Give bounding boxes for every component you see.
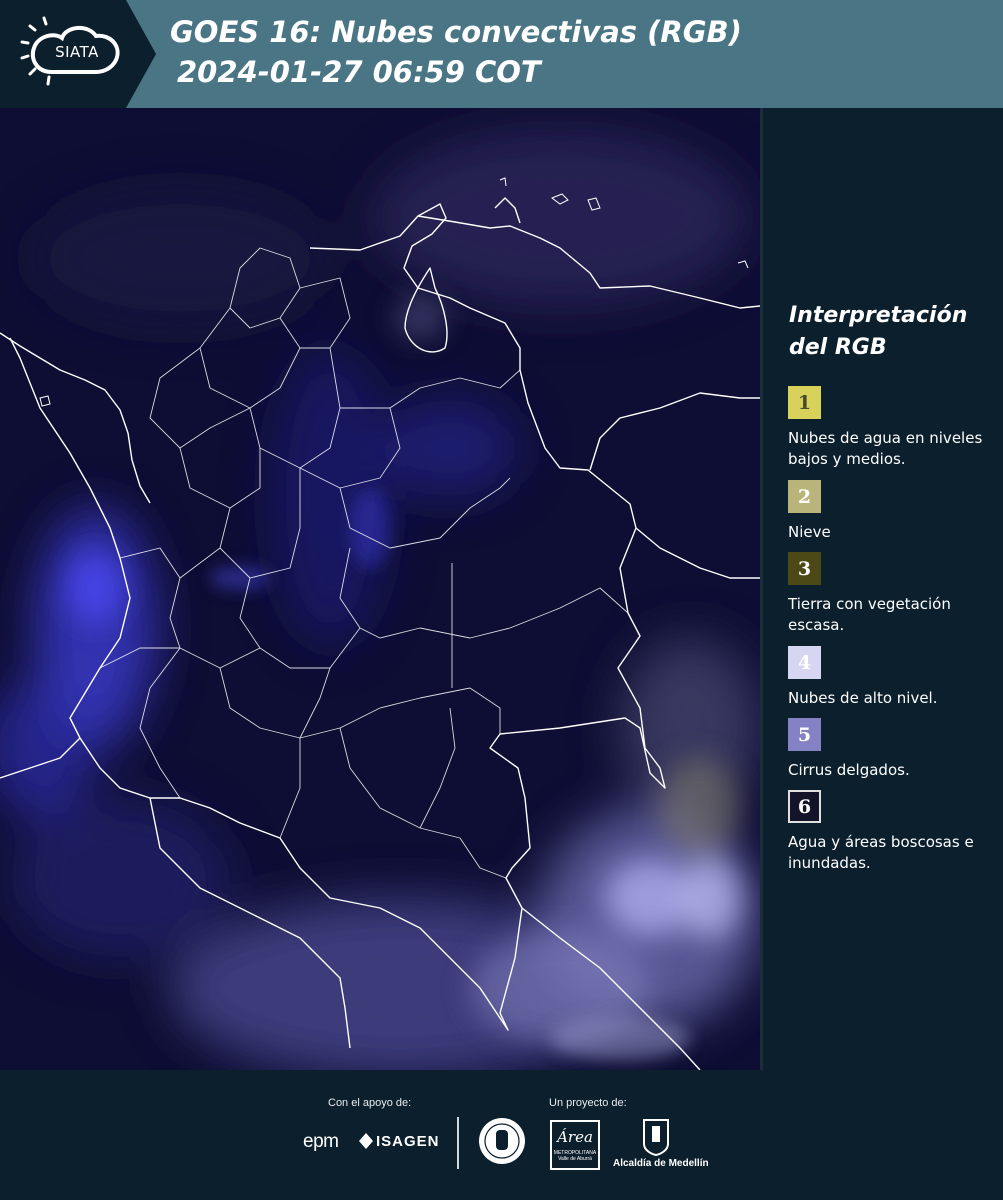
area-logo-sub: METROPOLITANA Valle de Aburrá xyxy=(553,1150,597,1162)
page-subtitle-timestamp: 2024-01-27 06:59 COT xyxy=(177,55,541,89)
legend-label-6: Agua y áreas boscosas e inundadas. xyxy=(788,833,974,872)
legend-swatch-5: 5 xyxy=(788,718,821,751)
legend-item-2: 2 Nieve xyxy=(788,480,998,543)
area-logo-word: Área xyxy=(557,1128,593,1146)
legend-swatch-3: 3 xyxy=(788,552,821,585)
legend-swatch-2: 2 xyxy=(788,480,821,513)
legend-panel: Interpretación del RGB 1 Nubes de agua e… xyxy=(763,108,1003,1070)
alcaldia-shield-icon xyxy=(643,1119,669,1156)
satellite-map[interactable] xyxy=(0,108,763,1070)
header-bar: SIATA GOES 16: Nubes convectivas (RGB) 2… xyxy=(0,0,1003,108)
support-caption: Con el apoyo de: xyxy=(328,1097,412,1109)
legend-swatch-4: 4 xyxy=(788,646,821,679)
isagen-logo: ISAGEN xyxy=(376,1133,440,1150)
page-title: GOES 16: Nubes convectivas (RGB) xyxy=(170,15,742,49)
legend-title: Interpretación del RGB xyxy=(789,303,968,360)
alcaldia-label: Alcaldía de Medellín xyxy=(613,1158,709,1169)
legend-item-1: 1 Nubes de agua en niveles bajos y medio… xyxy=(788,386,998,470)
legend-item-6: 6 Agua y áreas boscosas e inundadas. xyxy=(788,790,998,874)
siata-logo: SIATA xyxy=(0,0,156,108)
legend-label-3: Tierra con vegetación escasa. xyxy=(788,595,951,634)
legend-label-4: Nubes de alto nivel. xyxy=(788,689,938,707)
legend-label-1: Nubes de agua en niveles bajos y medios. xyxy=(788,429,983,468)
footer: Con el apoyo de: Un proyecto de: epm ISA… xyxy=(0,1070,1003,1200)
epm-logo: epm xyxy=(303,1131,339,1152)
legend-item-5: 5 Cirrus delgados. xyxy=(788,718,998,781)
project-caption: Un proyecto de: xyxy=(549,1097,627,1109)
satellite-map-image xyxy=(0,108,760,1070)
municipal-seal-icon xyxy=(479,1118,525,1164)
legend-item-4: 4 Nubes de alto nivel. xyxy=(788,646,998,709)
siata-logo-text: SIATA xyxy=(55,43,99,61)
legend-swatch-1: 1 xyxy=(788,386,821,419)
isagen-mark-icon xyxy=(359,1133,373,1149)
legend-label-2: Nieve xyxy=(788,523,831,541)
legend-item-3: 3 Tierra con vegetación escasa. xyxy=(788,552,998,636)
legend-swatch-6: 6 xyxy=(788,790,821,823)
footer-divider xyxy=(457,1117,459,1169)
area-metropolitana-logo: Área METROPOLITANA Valle de Aburrá xyxy=(550,1120,600,1170)
legend-label-5: Cirrus delgados. xyxy=(788,761,910,779)
